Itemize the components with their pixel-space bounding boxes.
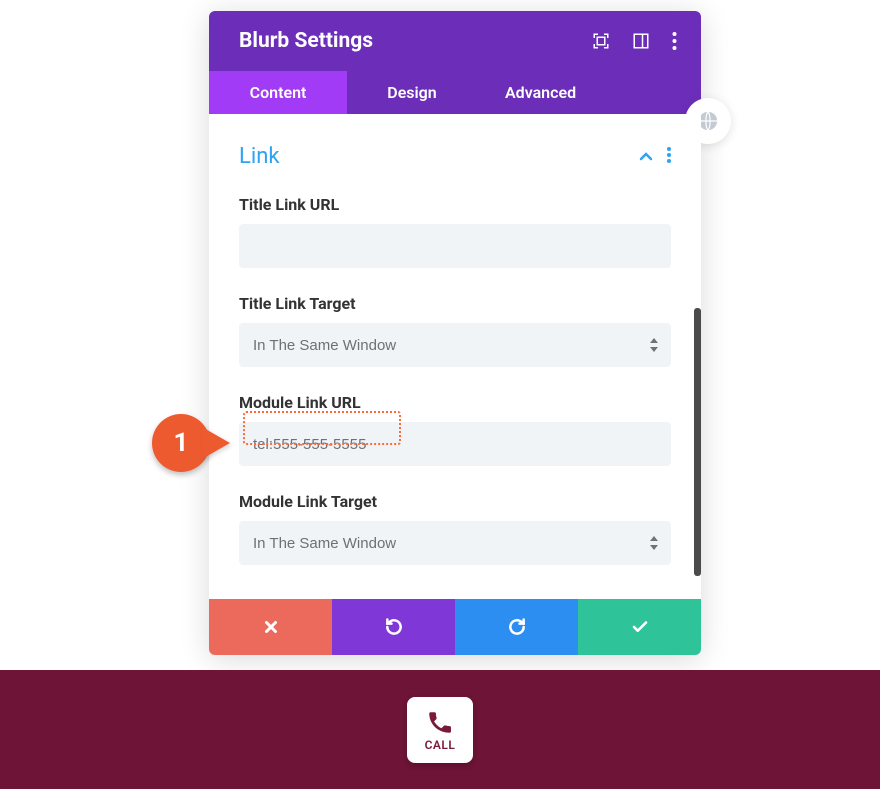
phone-icon [426, 708, 454, 736]
label-module-link-url: Module Link URL [239, 393, 671, 412]
call-label: CALL [425, 738, 456, 752]
bottom-bar: CALL [0, 670, 880, 789]
select-caret-icon [649, 338, 659, 352]
section-header[interactable]: Link [239, 144, 671, 169]
modal-header: Blurb Settings [209, 11, 701, 71]
label-title-link-url: Title Link URL [239, 195, 671, 214]
select-title-link-target[interactable] [239, 323, 671, 367]
label-title-link-target: Title Link Target [239, 294, 671, 313]
call-button[interactable]: CALL [407, 697, 473, 763]
section-title: Link [239, 144, 280, 169]
save-button[interactable] [578, 599, 701, 655]
field-module-link-target: Module Link Target [239, 492, 671, 565]
section-more-icon[interactable] [667, 147, 671, 167]
action-bar [209, 599, 701, 655]
field-title-link-url: Title Link URL [239, 195, 671, 268]
input-module-link-url[interactable] [239, 422, 671, 466]
expand-icon[interactable] [592, 32, 610, 50]
modal-title: Blurb Settings [239, 29, 373, 53]
tab-advanced[interactable]: Advanced [477, 71, 701, 114]
undo-button[interactable] [332, 599, 455, 655]
field-module-link-url: Module Link URL [239, 393, 671, 466]
redo-button[interactable] [455, 599, 578, 655]
header-action-icons [592, 32, 677, 50]
cancel-button[interactable] [209, 599, 332, 655]
tab-bar: Content Design Advanced [209, 71, 701, 114]
label-module-link-target: Module Link Target [239, 492, 671, 511]
callout-annotation: 1 [152, 414, 230, 472]
callout-tail [202, 427, 230, 459]
settings-panel: Link Title Link URL Title Link Target [209, 114, 701, 599]
settings-modal: Blurb Settings Content Design Advanced L… [209, 11, 701, 655]
tab-content[interactable]: Content [209, 71, 347, 114]
select-module-link-target[interactable] [239, 521, 671, 565]
input-title-link-url[interactable] [239, 224, 671, 268]
select-caret-icon [649, 536, 659, 550]
more-icon[interactable] [672, 32, 677, 50]
panel-icon[interactable] [632, 32, 650, 50]
scrollbar[interactable] [694, 308, 701, 576]
collapse-icon[interactable] [639, 147, 653, 166]
tab-design[interactable]: Design [347, 71, 477, 114]
field-title-link-target: Title Link Target [239, 294, 671, 367]
